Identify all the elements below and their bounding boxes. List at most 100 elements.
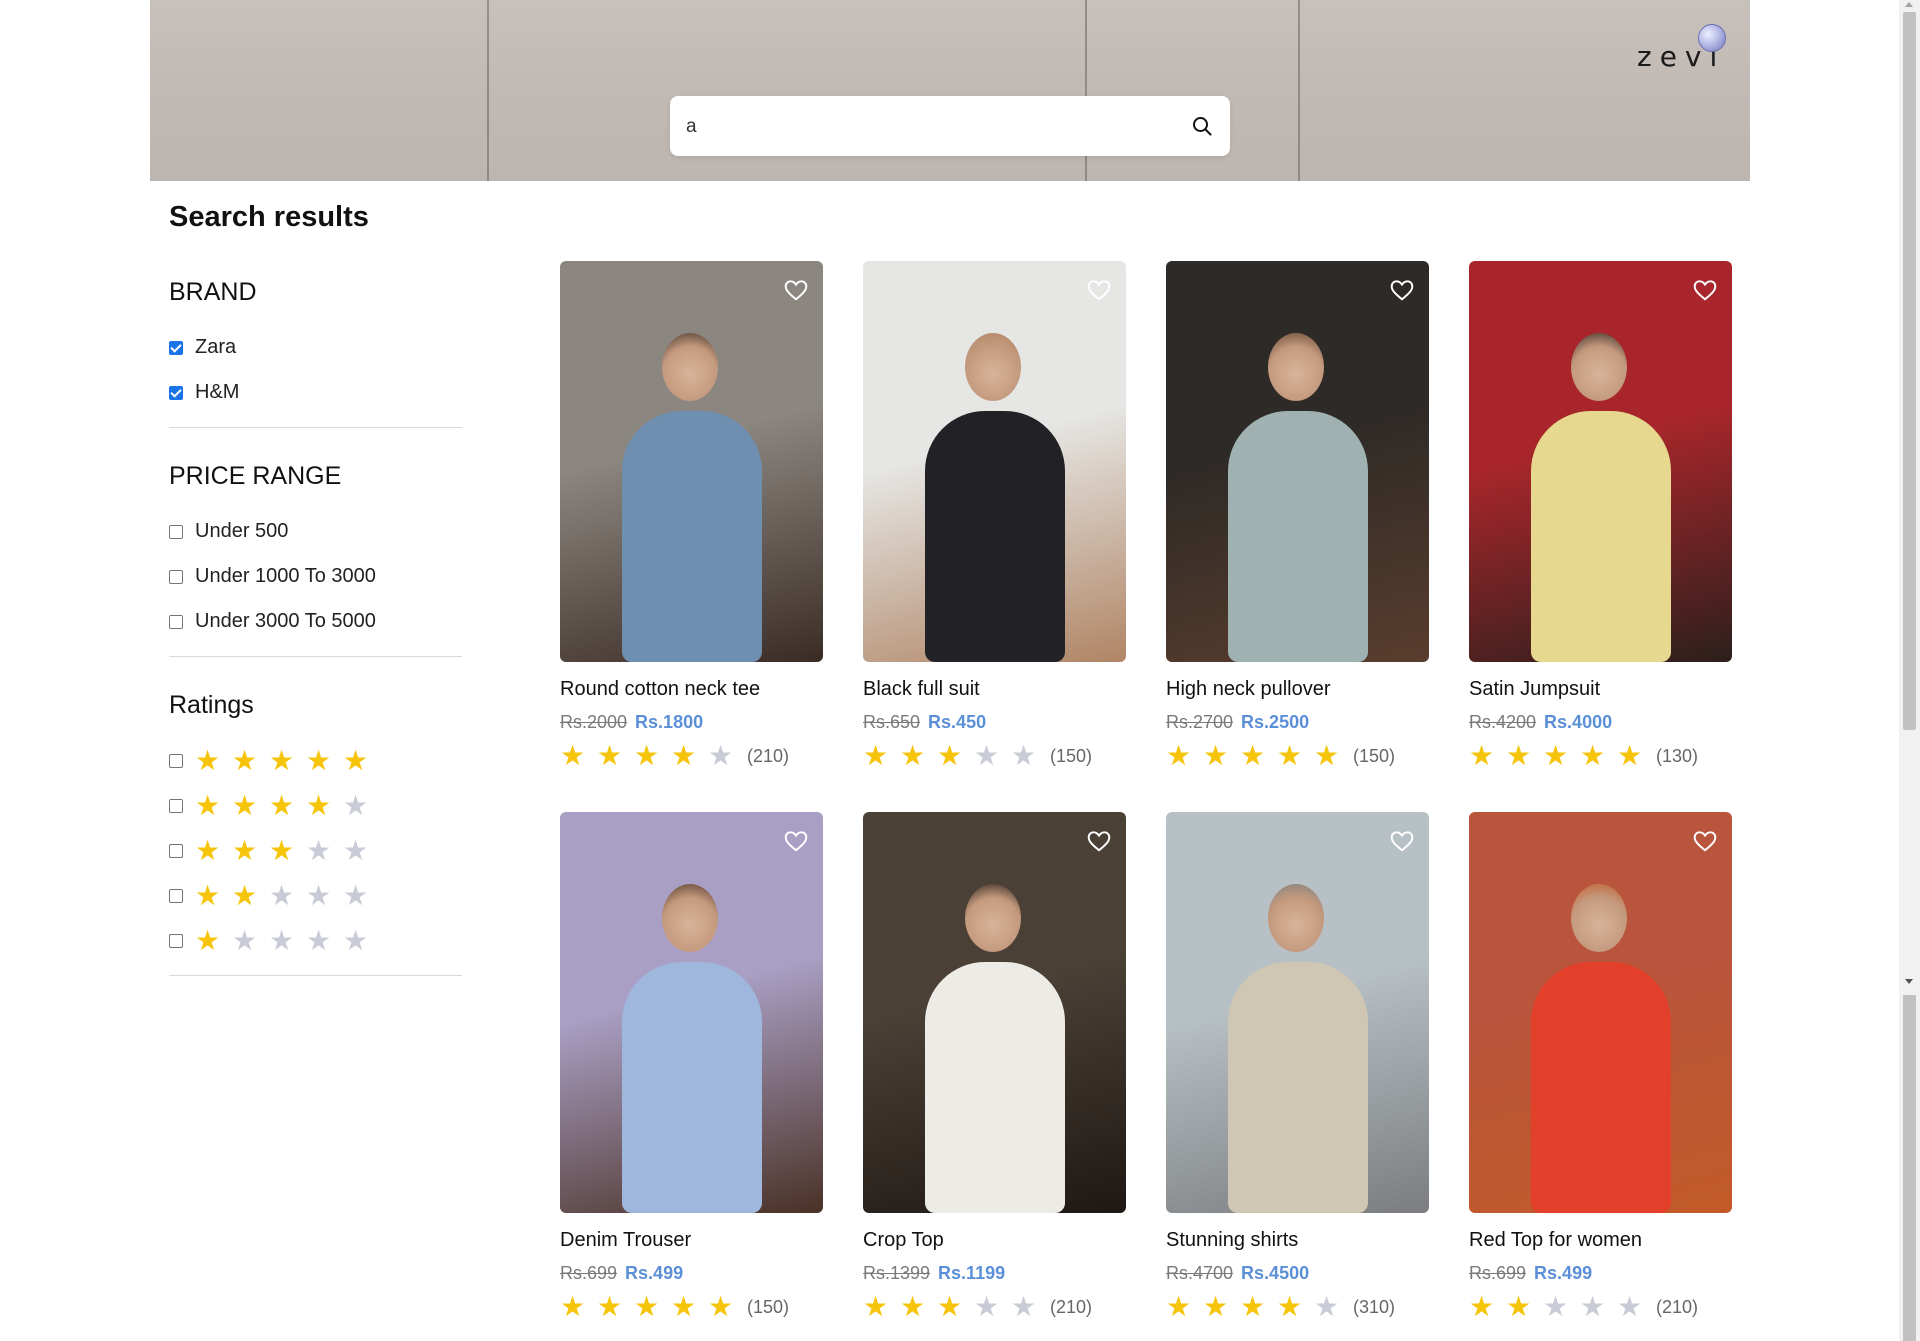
rating-checkbox[interactable]	[169, 888, 183, 903]
product-image[interactable]	[1469, 261, 1732, 662]
star-filled-icon: ★	[937, 1291, 963, 1322]
sale-price: Rs.1199	[938, 1263, 1006, 1283]
hero-wall-line	[1298, 0, 1300, 181]
star-empty-icon: ★	[343, 924, 369, 956]
zevi-logo[interactable]: zevi	[1637, 24, 1747, 84]
review-count: (210)	[1656, 1296, 1699, 1317]
star-empty-icon: ★	[269, 924, 295, 956]
heart-icon[interactable]	[1692, 277, 1718, 303]
star-filled-icon: ★	[1166, 1291, 1192, 1322]
product-name[interactable]: Black full suit	[863, 678, 980, 701]
scroll-up-icon[interactable]	[1905, 2, 1913, 7]
product-image[interactable]	[1166, 812, 1429, 1213]
product-name[interactable]: Crop Top	[863, 1229, 944, 1252]
product-name[interactable]: Denim Trouser	[560, 1229, 691, 1252]
rating-checkbox[interactable]	[169, 753, 183, 768]
product-name[interactable]: High neck pullover	[1166, 678, 1331, 701]
product-name[interactable]: Satin Jumpsuit	[1469, 678, 1600, 701]
star-filled-icon: ★	[634, 740, 660, 771]
rating-checkbox[interactable]	[169, 843, 183, 858]
review-count: (130)	[1656, 745, 1699, 766]
price-label: Under 3000 To 5000	[195, 610, 376, 632]
model-head	[965, 884, 1021, 952]
heart-icon[interactable]	[783, 828, 809, 854]
star-filled-icon: ★	[1277, 1291, 1303, 1322]
product-rating: ★ ★ ★ ★ ★ (150)	[560, 1293, 789, 1321]
scroll-down-icon[interactable]	[1905, 979, 1913, 984]
rating-checkbox[interactable]	[169, 798, 183, 813]
heart-icon[interactable]	[1389, 277, 1415, 303]
price-checkbox[interactable]	[169, 614, 183, 629]
heart-icon[interactable]	[1692, 828, 1718, 854]
price-option[interactable]: Under 500	[169, 509, 462, 554]
ratings-heading: Ratings	[169, 691, 254, 719]
price-checkbox[interactable]	[169, 524, 183, 539]
heart-icon[interactable]	[1389, 828, 1415, 854]
page-scrollbar[interactable]	[1899, 0, 1920, 1341]
scroll-thumb[interactable]	[1903, 12, 1916, 730]
brand-checkbox[interactable]	[169, 340, 183, 355]
search-icon[interactable]	[1190, 114, 1214, 138]
star-filled-icon: ★	[269, 834, 295, 866]
brand-option[interactable]: Zara	[169, 325, 462, 370]
rating-option[interactable]: ★ ★ ★ ★ ★	[169, 738, 462, 783]
product-image[interactable]	[560, 261, 823, 662]
brand-checkbox[interactable]	[169, 385, 183, 400]
product-image[interactable]	[1166, 261, 1429, 662]
star-filled-icon: ★	[232, 834, 258, 866]
star-filled-icon: ★	[269, 744, 295, 776]
heart-icon[interactable]	[1086, 277, 1112, 303]
product-prices: Rs.699 Rs.499	[1469, 1263, 1592, 1284]
product-rating: ★ ★ ★ ★ ★ (150)	[863, 742, 1092, 770]
product-image[interactable]	[863, 812, 1126, 1213]
star-filled-icon: ★	[1314, 740, 1340, 771]
star-filled-icon: ★	[195, 744, 221, 776]
star-filled-icon: ★	[1580, 740, 1606, 771]
original-price: Rs.650	[863, 712, 921, 732]
product-prices: Rs.4700 Rs.4500	[1166, 1263, 1309, 1284]
price-checkbox[interactable]	[169, 569, 183, 584]
star-filled-icon: ★	[232, 789, 258, 821]
product-prices: Rs.2700 Rs.2500	[1166, 712, 1309, 733]
rating-stars: ★ ★ ★ ★ ★	[195, 879, 380, 911]
brand-options: Zara H&M	[169, 325, 462, 415]
hero-wall-line	[487, 0, 489, 181]
price-option[interactable]: Under 1000 To 3000	[169, 554, 462, 599]
product-prices: Rs.2000 Rs.1800	[560, 712, 703, 733]
star-filled-icon: ★	[195, 834, 221, 866]
model-outfit	[622, 962, 762, 1213]
model-outfit	[925, 411, 1065, 662]
sale-price: Rs.1800	[635, 712, 704, 732]
star-filled-icon: ★	[900, 740, 926, 771]
price-option[interactable]: Under 3000 To 5000	[169, 599, 462, 644]
star-filled-icon: ★	[306, 744, 332, 776]
star-filled-icon: ★	[195, 789, 221, 821]
star-filled-icon: ★	[1506, 740, 1532, 771]
review-count: (310)	[1353, 1296, 1396, 1317]
product-image[interactable]	[1469, 812, 1732, 1213]
star-filled-icon: ★	[1203, 1291, 1229, 1322]
rating-option[interactable]: ★ ★ ★ ★ ★	[169, 783, 462, 828]
product-image[interactable]	[863, 261, 1126, 662]
rating-option[interactable]: ★ ★ ★ ★ ★	[169, 828, 462, 873]
review-count: (150)	[747, 1296, 790, 1317]
product-rating: ★ ★ ★ ★ ★ (210)	[560, 742, 789, 770]
product-image[interactable]	[560, 812, 823, 1213]
heart-icon[interactable]	[783, 277, 809, 303]
rating-option[interactable]: ★ ★ ★ ★ ★	[169, 873, 462, 918]
original-price: Rs.4700	[1166, 1263, 1234, 1283]
rating-checkbox[interactable]	[169, 933, 183, 948]
model-outfit	[1531, 962, 1671, 1213]
star-filled-icon: ★	[671, 1291, 697, 1322]
rating-option[interactable]: ★ ★ ★ ★ ★	[169, 918, 462, 963]
product-name[interactable]: Round cotton neck tee	[560, 678, 760, 701]
sale-price: Rs.2500	[1241, 712, 1310, 732]
search-input[interactable]	[684, 108, 1158, 146]
product-name[interactable]: Red Top for women	[1469, 1229, 1642, 1252]
star-empty-icon: ★	[306, 879, 332, 911]
brand-option[interactable]: H&M	[169, 370, 462, 415]
heart-icon[interactable]	[1086, 828, 1112, 854]
model-outfit	[1228, 411, 1368, 662]
scroll-track-lower[interactable]	[1903, 995, 1916, 1341]
product-name[interactable]: Stunning shirts	[1166, 1229, 1298, 1252]
